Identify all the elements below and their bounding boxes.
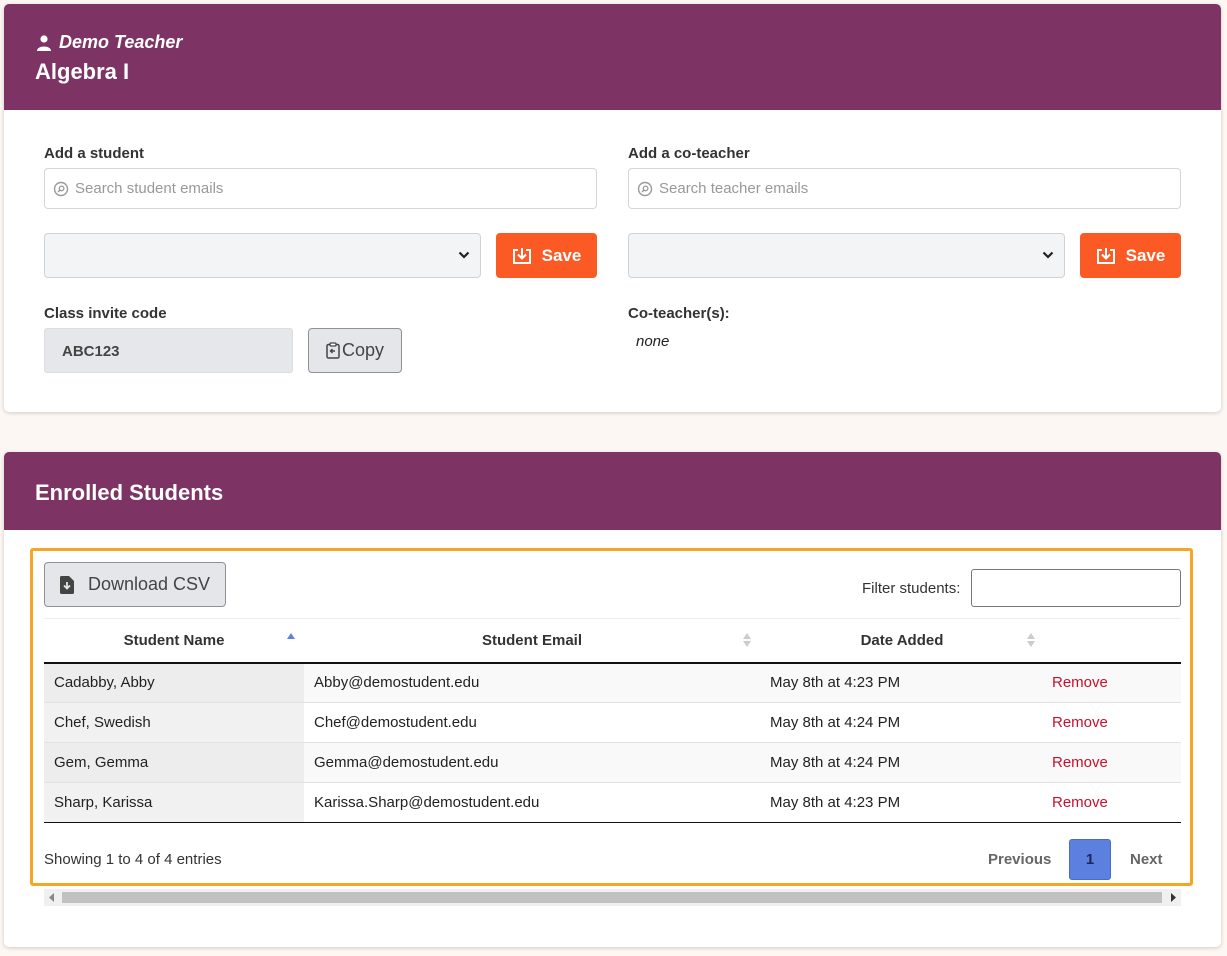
table-row: Cadabby, Abby Abby@demostudent.edu May 8… — [44, 662, 1181, 703]
pagination-previous[interactable]: Previous — [988, 851, 1051, 868]
class-settings-card: Demo Teacher Algebra I Add a student Sav… — [4, 4, 1221, 412]
remove-student-link[interactable]: Remove — [1044, 742, 1181, 783]
invite-code-value: ABC123 — [44, 328, 293, 373]
sort-both-icon — [743, 633, 751, 647]
remove-student-link[interactable]: Remove — [1044, 662, 1181, 703]
save-coteacher-label: Save — [1125, 245, 1166, 265]
scroll-right-icon[interactable] — [1170, 893, 1176, 902]
scroll-left-icon[interactable] — [49, 893, 55, 902]
column-header-label: Student Email — [481, 631, 582, 649]
download-csv-label: Download CSV — [87, 574, 211, 594]
table-header-row: Student Name Student Email Date Added — [44, 618, 1181, 664]
teacher-name: Demo Teacher — [59, 32, 183, 52]
coteacher-select[interactable] — [628, 233, 1065, 278]
coteachers-value: none — [636, 333, 670, 350]
teacher-search-input[interactable] — [659, 180, 1139, 197]
student-name-cell: Gem, Gemma — [44, 742, 304, 783]
save-download-icon — [1096, 247, 1115, 264]
save-student-button[interactable]: Save — [496, 233, 597, 278]
date-added-cell: May 8th at 4:24 PM — [760, 702, 1044, 743]
clipboard-icon — [326, 342, 340, 359]
table-row: Chef, Swedish Chef@demostudent.edu May 8… — [44, 702, 1181, 743]
user-icon — [37, 34, 51, 51]
pagination-page-1[interactable]: 1 — [1069, 839, 1111, 880]
entries-info: Showing 1 to 4 of 4 entries — [44, 851, 222, 868]
column-header-label: Date Added — [860, 631, 944, 649]
student-name-cell: Sharp, Karissa — [44, 782, 304, 823]
teacher-line: Demo Teacher — [37, 32, 182, 53]
filter-students-input[interactable] — [971, 569, 1181, 607]
column-header-date[interactable]: Date Added — [760, 618, 1044, 664]
pagination-next[interactable]: Next — [1130, 851, 1163, 868]
download-csv-button[interactable]: Download CSV — [44, 562, 226, 607]
coteachers-label: Co-teacher(s): — [628, 305, 730, 322]
column-header-label: Student Name — [123, 631, 225, 649]
table-row: Sharp, Karissa Karissa.Sharp@demostudent… — [44, 782, 1181, 823]
date-added-cell: May 8th at 4:23 PM — [760, 662, 1044, 703]
table-row: Gem, Gemma Gemma@demostudent.edu May 8th… — [44, 742, 1181, 783]
remove-student-link[interactable]: Remove — [1044, 782, 1181, 823]
student-search-box[interactable] — [44, 168, 597, 209]
filter-label: Filter students: — [862, 580, 961, 597]
column-header-name[interactable]: Student Name — [44, 618, 304, 664]
sort-both-icon — [1027, 633, 1035, 647]
add-student-label: Add a student — [44, 145, 144, 162]
copy-label: Copy — [341, 340, 385, 360]
copy-code-button[interactable]: Copy — [308, 328, 402, 373]
add-coteacher-label: Add a co-teacher — [628, 145, 750, 162]
date-added-cell: May 8th at 4:23 PM — [760, 782, 1044, 823]
enrolled-students-card: Enrolled Students Download CSV Filter st… — [4, 452, 1221, 947]
save-coteacher-button[interactable]: Save — [1080, 233, 1181, 278]
invite-code-label: Class invite code — [44, 305, 167, 322]
save-student-label: Save — [541, 245, 582, 265]
date-added-cell: May 8th at 4:24 PM — [760, 742, 1044, 783]
enrolled-header: Enrolled Students — [4, 452, 1221, 530]
sort-asc-icon — [287, 633, 295, 639]
student-name-cell: Cadabby, Abby — [44, 662, 304, 703]
file-download-icon — [59, 575, 74, 594]
student-select[interactable] — [44, 233, 481, 278]
student-email-cell: Gemma@demostudent.edu — [304, 742, 760, 783]
enrolled-title: Enrolled Students — [35, 480, 224, 505]
student-search-input[interactable] — [75, 180, 555, 197]
course-title: Algebra I — [35, 59, 130, 84]
teacher-search-box[interactable] — [628, 168, 1181, 209]
student-email-cell: Chef@demostudent.edu — [304, 702, 760, 743]
student-email-cell: Abby@demostudent.edu — [304, 662, 760, 703]
save-download-icon — [512, 247, 531, 264]
students-table: Student Name Student Email Date Added Ca… — [44, 618, 1181, 823]
chevron-down-icon — [458, 251, 470, 259]
student-email-cell: Karissa.Sharp@demostudent.edu — [304, 782, 760, 823]
scrollbar-thumb[interactable] — [62, 892, 1162, 903]
chevron-down-icon — [1042, 251, 1054, 259]
column-header-actions — [1044, 618, 1181, 664]
student-name-cell: Chef, Swedish — [44, 702, 304, 743]
remove-student-link[interactable]: Remove — [1044, 702, 1181, 743]
column-header-email[interactable]: Student Email — [304, 618, 760, 664]
horizontal-scrollbar[interactable] — [44, 889, 1181, 906]
class-header: Demo Teacher Algebra I — [4, 4, 1221, 110]
search-icon — [637, 181, 653, 196]
search-icon — [53, 181, 69, 196]
